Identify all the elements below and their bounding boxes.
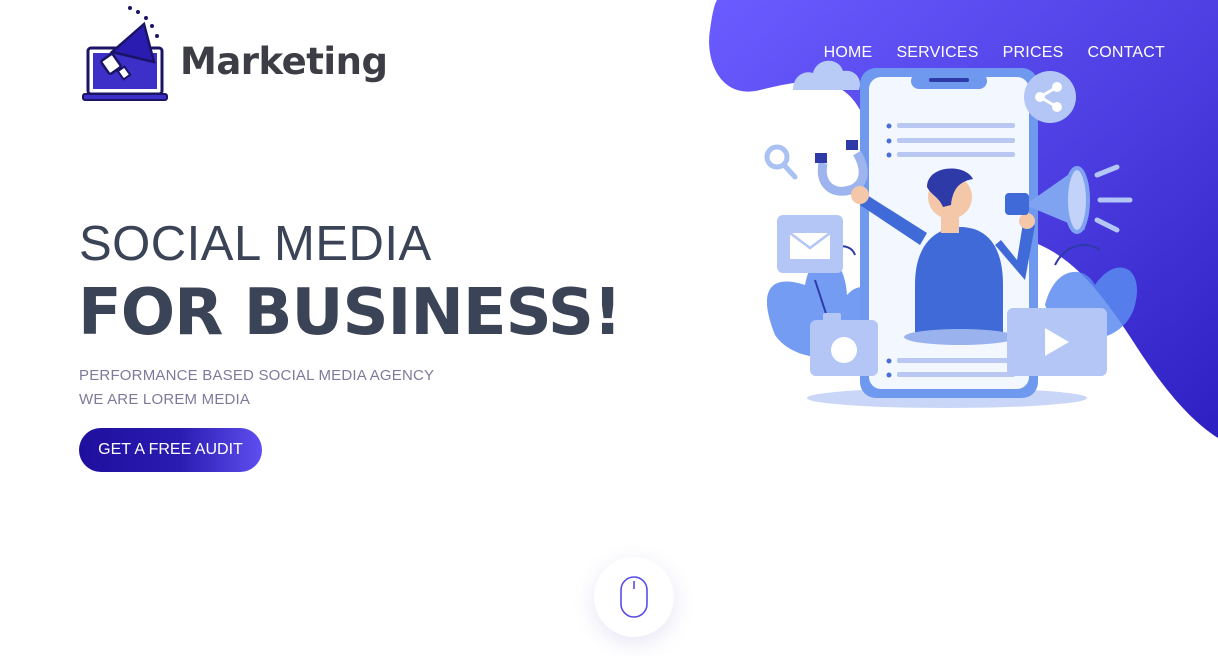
hero-subline-2: WE ARE LOREM MEDIA: [79, 391, 251, 408]
hero-heading-line1: SOCIAL MEDIA: [79, 217, 432, 271]
hero-subline-1: PERFORMANCE BASED SOCIAL MEDIA AGENCY: [79, 367, 435, 384]
free-audit-button[interactable]: GET A FREE AUDIT: [79, 428, 262, 472]
brand-logo[interactable]: Marketing: [82, 4, 388, 104]
mouse-icon: [620, 576, 648, 618]
social-media-illustration: [764, 60, 1137, 408]
megaphone-laptop-icon: [82, 6, 168, 101]
brand-name: Marketing: [180, 39, 388, 83]
landing-page: Marketing HOME SERVICES PRICES CONTACT S…: [0, 0, 1218, 656]
scroll-down-button[interactable]: [594, 557, 674, 637]
hero-heading-line2: FOR BUSINESS!: [78, 276, 622, 350]
